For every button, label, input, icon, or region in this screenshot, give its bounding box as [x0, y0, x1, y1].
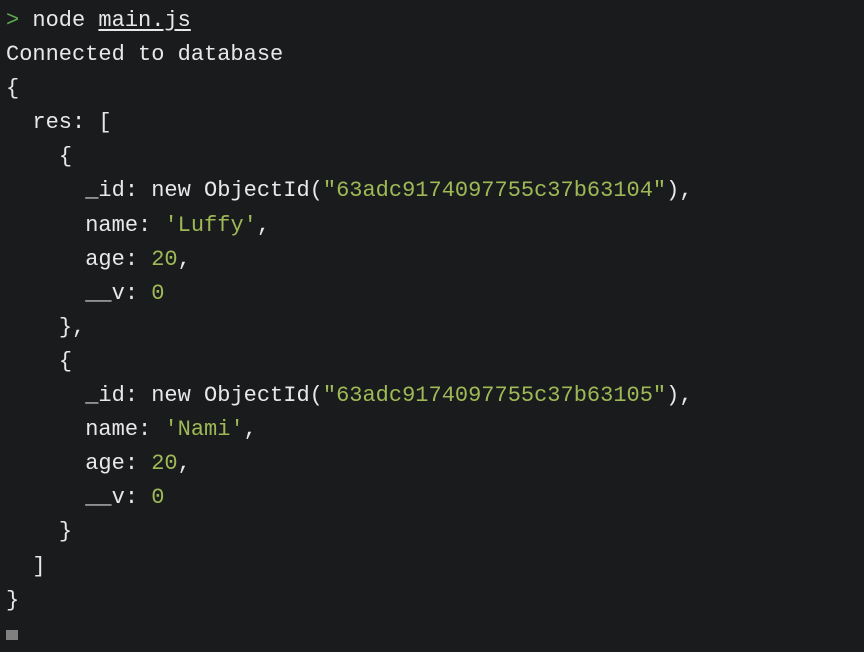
- output-res-key: res: [: [6, 106, 858, 140]
- record-close-1: }: [6, 515, 858, 549]
- command-argument: main.js: [98, 8, 190, 33]
- connected-message: Connected to database: [6, 38, 858, 72]
- cursor-icon: [6, 630, 18, 640]
- terminal-output: > node main.js Connected to database { r…: [6, 4, 858, 652]
- output-bracket-close: ]: [6, 550, 858, 584]
- record-age-0: age: 20,: [6, 243, 858, 277]
- cursor-line[interactable]: [6, 618, 858, 652]
- record-id-0: _id: new ObjectId("63adc9174097755c37b63…: [6, 174, 858, 208]
- record-name-1: name: 'Nami',: [6, 413, 858, 447]
- command-prompt-line: > node main.js: [6, 4, 858, 38]
- record-v-1: __v: 0: [6, 481, 858, 515]
- record-age-1: age: 20,: [6, 447, 858, 481]
- record-v-0: __v: 0: [6, 277, 858, 311]
- record-id-1: _id: new ObjectId("63adc9174097755c37b63…: [6, 379, 858, 413]
- command-name: node: [32, 8, 85, 33]
- record-open-1: {: [6, 345, 858, 379]
- record-open-0: {: [6, 140, 858, 174]
- prompt-symbol: >: [6, 8, 19, 33]
- output-brace-close: }: [6, 584, 858, 618]
- record-name-0: name: 'Luffy',: [6, 209, 858, 243]
- record-close-0: },: [6, 311, 858, 345]
- output-brace-open: {: [6, 72, 858, 106]
